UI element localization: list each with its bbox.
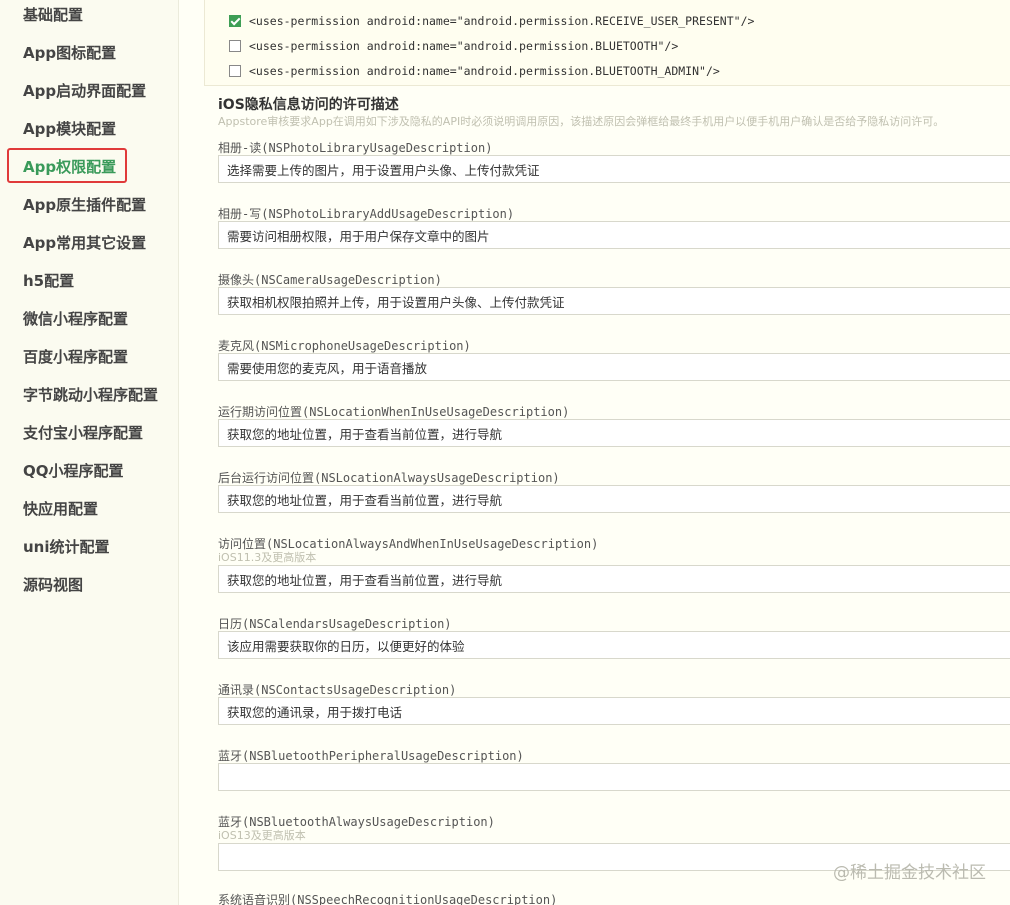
- nav-item-uni-stats[interactable]: uni统计配置: [23, 532, 110, 562]
- photo-library-read-label: 相册-读(NSPhotoLibraryUsageDescription): [218, 141, 493, 155]
- nav-item-qq-miniprogram[interactable]: QQ小程序配置: [23, 456, 124, 486]
- permission-row[interactable]: <uses-permission android:name="android.p…: [205, 58, 720, 83]
- speech-recognition-label: 系统语音识别(NSSpeechRecognitionUsageDescripti…: [218, 893, 558, 905]
- permission-text: <uses-permission android:name="android.p…: [249, 13, 755, 28]
- camera-label: 摄像头(NSCameraUsageDescription): [218, 273, 442, 287]
- bluetooth-always-note: iOS13及更高版本: [218, 829, 306, 842]
- nav-item-basic[interactable]: 基础配置: [23, 0, 83, 30]
- ios-privacy-section-description: Appstore审核要求App在调用如下涉及隐私的API时必须说明调用原因，该描…: [218, 115, 945, 128]
- nav-item-bytedance-miniprogram[interactable]: 字节跳动小程序配置: [23, 380, 158, 410]
- location-when-in-use-input[interactable]: [218, 419, 1010, 447]
- location-always-label: 后台运行访问位置(NSLocationAlwaysUsageDescriptio…: [218, 471, 560, 485]
- microphone-input[interactable]: [218, 353, 1010, 381]
- permission-checkbox[interactable]: [229, 39, 241, 52]
- permission-row[interactable]: <uses-permission android:name="android.p…: [205, 8, 754, 33]
- nav-item-wechat-miniprogram[interactable]: 微信小程序配置: [23, 304, 128, 334]
- nav-item-baidu-miniprogram[interactable]: 百度小程序配置: [23, 342, 128, 372]
- nav-item-app-modules[interactable]: App模块配置: [23, 114, 116, 144]
- nav-item-app-other-settings[interactable]: App常用其它设置: [23, 228, 146, 258]
- permission-row[interactable]: <uses-permission android:name="android.p…: [205, 33, 678, 58]
- nav-item-alipay-miniprogram[interactable]: 支付宝小程序配置: [23, 418, 143, 448]
- photo-library-read-input[interactable]: [218, 155, 1010, 183]
- permission-text: <uses-permission android:name="android.p…: [249, 63, 720, 78]
- photo-library-write-input[interactable]: [218, 221, 1010, 249]
- settings-sidebar: 基础配置 App图标配置 App启动界面配置 App模块配置 App权限配置 A…: [0, 0, 179, 905]
- nav-item-app-permissions[interactable]: App权限配置: [23, 152, 116, 182]
- calendars-label: 日历(NSCalendarsUsageDescription): [218, 617, 452, 631]
- nav-item-source-view[interactable]: 源码视图: [23, 570, 83, 600]
- location-always-and-when-in-use-input[interactable]: [218, 565, 1010, 593]
- location-when-in-use-label: 运行期访问位置(NSLocationWhenInUseUsageDescript…: [218, 405, 570, 419]
- microphone-label: 麦克风(NSMicrophoneUsageDescription): [218, 339, 471, 353]
- nav-item-h5[interactable]: h5配置: [23, 266, 74, 296]
- permission-checkbox[interactable]: [229, 14, 241, 27]
- nav-item-app-splash[interactable]: App启动界面配置: [23, 76, 146, 106]
- contacts-input[interactable]: [218, 697, 1010, 725]
- watermark: @稀土掘金技术社区: [833, 863, 986, 883]
- photo-library-write-label: 相册-写(NSPhotoLibraryAddUsageDescription): [218, 207, 515, 221]
- nav-item-app-native-plugins[interactable]: App原生插件配置: [23, 190, 146, 220]
- nav-item-app-icon[interactable]: App图标配置: [23, 38, 116, 68]
- ios-privacy-section-title: iOS隐私信息访问的许可描述: [218, 97, 399, 113]
- location-always-and-when-in-use-note: iOS11.3及更高版本: [218, 551, 317, 564]
- nav-item-quickapp[interactable]: 快应用配置: [23, 494, 98, 524]
- camera-input[interactable]: [218, 287, 1010, 315]
- calendars-input[interactable]: [218, 631, 1010, 659]
- main-content: <uses-permission android:name="android.p…: [178, 0, 1010, 905]
- contacts-label: 通讯录(NSContactsUsageDescription): [218, 683, 457, 697]
- android-permission-list[interactable]: <uses-permission android:name="android.p…: [204, 0, 1010, 86]
- permission-text: <uses-permission android:name="android.p…: [249, 38, 679, 53]
- bluetooth-peripheral-input[interactable]: [218, 763, 1010, 791]
- permission-checkbox[interactable]: [229, 64, 241, 77]
- location-always-input[interactable]: [218, 485, 1010, 513]
- bluetooth-peripheral-label: 蓝牙(NSBluetoothPeripheralUsageDescription…: [218, 749, 524, 763]
